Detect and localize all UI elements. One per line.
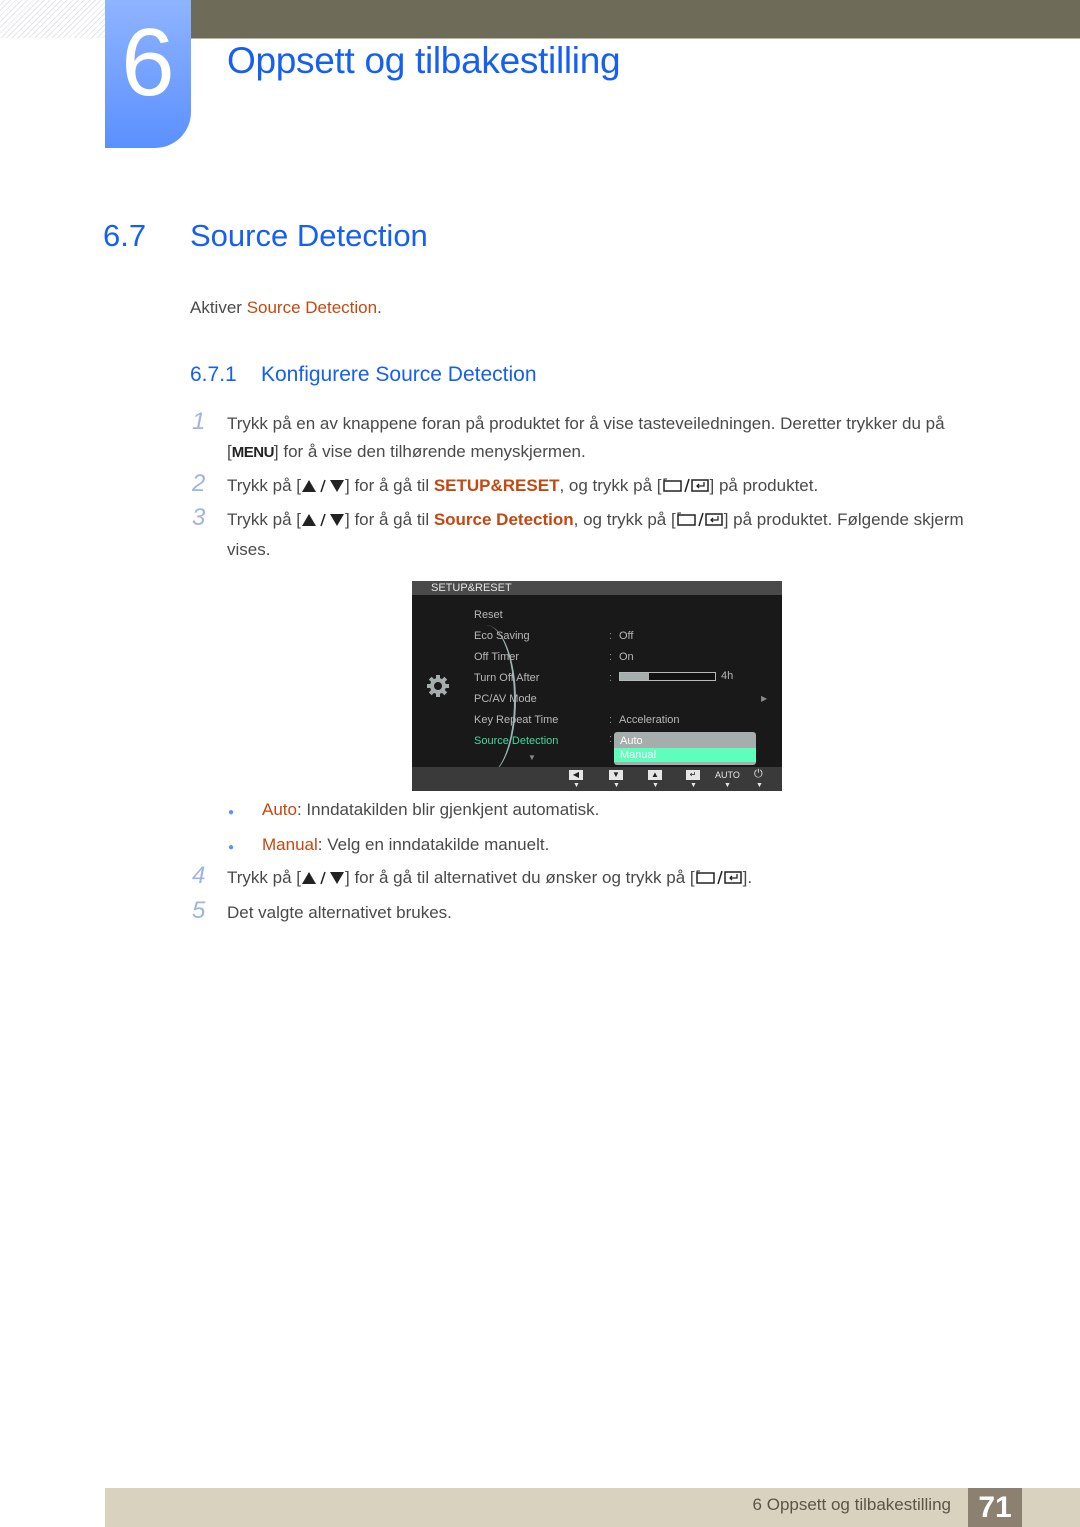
osd-value-eco-saving: Off xyxy=(619,630,634,642)
enter-button-icon[interactable]: ↵ xyxy=(686,770,700,780)
step-1-line-1: Trykk på en av knappene foran på produkt… xyxy=(227,414,945,433)
button-pointer-icon: ▼ xyxy=(573,782,580,789)
button-pointer-icon: ▼ xyxy=(652,782,659,789)
osd-colon: : xyxy=(609,672,613,684)
osd-value-turn-off-after: 4h xyxy=(721,670,734,682)
up-down-arrow-icon xyxy=(301,508,345,536)
chapter-tab: 6 xyxy=(105,0,191,148)
bullet-icon: ● xyxy=(228,807,235,818)
scroll-down-arrow-icon: ▼ xyxy=(528,753,536,762)
step-3-suffix: ] på produktet. Følgende skjerm xyxy=(723,510,964,529)
osd-colon: : xyxy=(609,630,613,642)
option-desc: : Velg en inndatakilde manuelt. xyxy=(317,835,550,854)
step-text: Det valgte alternativet brukes. xyxy=(227,903,452,922)
option-desc: : Inndatakilden blir gjenkjent automatis… xyxy=(296,800,600,819)
step-number: 2 xyxy=(192,470,206,497)
button-pointer-icon: ▼ xyxy=(690,782,697,789)
left-arrow-button-icon[interactable]: ◀ xyxy=(569,770,583,780)
step-text: Trykk på [ ] for å gå til Source Detectio… xyxy=(227,506,1017,564)
header-hatch-decoration xyxy=(0,0,105,38)
page-footer: 6 Oppsett og tilbakestilling 71 xyxy=(105,1488,1080,1527)
osd-header: SETUP&RESET xyxy=(412,581,782,595)
osd-item-key-repeat-time[interactable]: Key Repeat Time xyxy=(474,714,558,726)
osd-option-auto[interactable]: Auto xyxy=(614,734,756,748)
power-icon[interactable]: ⏻ xyxy=(754,768,763,781)
step-2-mid2: , og trykk på [ xyxy=(559,476,662,495)
source-enter-icon xyxy=(695,866,743,894)
step-1-line-2: ] for å vise den tilhørende menyskjermen… xyxy=(273,442,586,461)
up-down-arrow-icon xyxy=(301,474,345,502)
button-pointer-icon: ▼ xyxy=(724,782,731,789)
osd-colon: : xyxy=(609,733,613,745)
intro-prefix: Aktiver xyxy=(190,298,247,317)
osd-source-detection-dropdown[interactable]: Auto Manual xyxy=(614,732,756,765)
page-number: 71 xyxy=(968,1488,1022,1527)
intro-suffix: . xyxy=(377,298,382,317)
osd-turn-off-after-slider[interactable] xyxy=(619,672,716,681)
step-2-prefix: Trykk på [ xyxy=(227,476,301,495)
menu-key-icon: MENU xyxy=(231,444,275,461)
gear-icon xyxy=(427,675,449,697)
step-4-prefix: Trykk på [ xyxy=(227,868,301,887)
osd-button-guide: ◀ ▼ ▼ ▼ ▲ ▼ ↵ ▼ AUTO ▼ ⏻ ▼ xyxy=(412,767,782,791)
footer-chapter-label: 6 Oppsett og tilbakestilling xyxy=(752,1495,951,1514)
step-number: 5 xyxy=(192,897,206,924)
chapter-number: 6 xyxy=(121,9,175,116)
source-enter-icon xyxy=(676,508,724,536)
header-bar xyxy=(190,0,1080,38)
osd-item-reset[interactable]: Reset xyxy=(474,609,503,621)
option-name: Auto xyxy=(262,800,297,819)
step-3-mid: ] for å gå til xyxy=(345,510,434,529)
osd-title: SETUP&RESET xyxy=(431,582,512,594)
step-2-mid: ] for å gå til xyxy=(345,476,434,495)
section-intro: Aktiver Source Detection. xyxy=(190,298,382,318)
option-description-manual: Manual: Velg en inndatakilde manuelt. xyxy=(262,835,549,855)
step-3-mid2: , og trykk på [ xyxy=(573,510,676,529)
step-4-mid: ] for å gå til alternativet du ønsker og… xyxy=(345,868,695,887)
subsection-title: Konfigurere Source Detection xyxy=(261,363,537,386)
submenu-arrow-icon: ▶ xyxy=(761,694,768,703)
osd-value-off-timer: On xyxy=(619,651,634,663)
osd-colon: : xyxy=(609,714,613,726)
up-arrow-button-icon[interactable]: ▲ xyxy=(648,770,662,780)
auto-button[interactable]: AUTO xyxy=(715,770,740,780)
header-bar-divider xyxy=(190,38,1080,39)
button-pointer-icon: ▼ xyxy=(756,782,763,789)
source-enter-icon xyxy=(662,474,710,502)
osd-item-eco-saving[interactable]: Eco Saving xyxy=(474,630,530,642)
option-name: Manual xyxy=(262,835,318,854)
osd-item-off-timer[interactable]: Off Timer xyxy=(474,651,519,663)
step-text: Trykk på [ ] for å gå til alternativet du… xyxy=(227,864,1017,894)
step-text: Trykk på en av knappene foran på produkt… xyxy=(227,414,945,461)
osd-item-turn-off-after[interactable]: Turn Off After xyxy=(474,672,539,684)
osd-value-key-repeat-time: Acceleration xyxy=(619,714,680,726)
step-2-highlight: SETUP&RESET xyxy=(433,476,560,495)
osd-menu-screenshot: SETUP&RESET Reset Eco Saving : Off Off T… xyxy=(412,581,782,791)
step-4-suffix: ]. xyxy=(742,868,753,887)
down-arrow-button-icon[interactable]: ▼ xyxy=(609,770,623,780)
osd-colon: : xyxy=(609,651,613,663)
step-text: Trykk på [ ] for å gå til SETUP&RESET, og… xyxy=(227,472,1017,502)
osd-slider-fill xyxy=(620,673,649,680)
button-pointer-icon: ▼ xyxy=(613,782,620,789)
osd-item-pc-av-mode[interactable]: PC/AV Mode xyxy=(474,693,537,705)
step-number: 3 xyxy=(192,504,206,531)
osd-option-manual[interactable]: Manual xyxy=(614,748,756,762)
step-number: 4 xyxy=(192,862,206,889)
up-down-arrow-icon xyxy=(301,866,345,894)
intro-highlight: Source Detection xyxy=(246,298,378,317)
step-3-prefix: Trykk på [ xyxy=(227,510,301,529)
section-number: 6.7 xyxy=(103,218,147,253)
step-3-line-2: vises. xyxy=(227,540,271,559)
option-description-auto: Auto: Inndatakilden blir gjenkjent autom… xyxy=(262,800,599,820)
step-3-highlight: Source Detection xyxy=(433,510,574,529)
osd-item-source-detection[interactable]: Source Detection xyxy=(474,735,558,747)
bullet-icon: ● xyxy=(228,842,235,853)
section-title: Source Detection xyxy=(190,218,428,253)
subsection-number: 6.7.1 xyxy=(190,363,237,386)
chapter-title: Oppsett og tilbakestilling xyxy=(227,40,621,81)
step-number: 1 xyxy=(192,408,206,435)
step-2-suffix: ] på produktet. xyxy=(709,476,819,495)
